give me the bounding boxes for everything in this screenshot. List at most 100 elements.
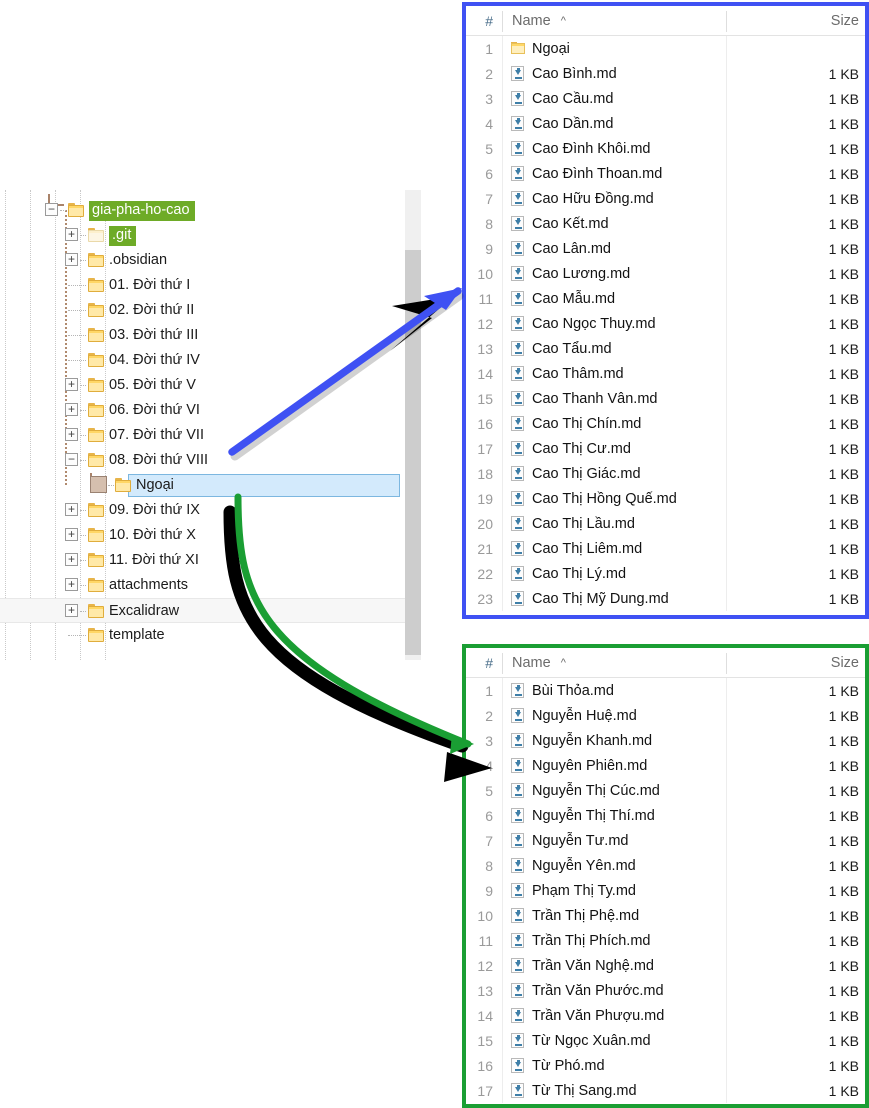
file-list-row[interactable]: 8 Nguyễn Yên.md 1 KB [466,853,865,878]
tree-item-obsidian[interactable]: + .obsidian [0,248,420,273]
tree-item-01-i-th-i[interactable]: 01. Đời thứ I [0,273,420,298]
row-index: 1 [485,40,493,57]
collapse-minus-glyph: − [67,451,75,466]
file-list-row[interactable]: 18 Cao Thị Giác.md 1 KB [466,461,865,486]
file-list-row[interactable]: 14 Cao Thâm.md 1 KB [466,361,865,386]
file-list-row[interactable]: 21 Cao Thị Liêm.md 1 KB [466,536,865,561]
tree-item-label: Ngoại [136,477,174,493]
row-separator [502,161,503,186]
tree-item-09-i-th-ix[interactable]: +09. Đời thứ IX [0,498,420,523]
file-list-row[interactable]: 17 Từ Thị Sang.md 1 KB [466,1078,865,1103]
tree-item-02-i-th-ii[interactable]: 02. Đời thứ II [0,298,420,323]
tree-item-04-i-th-iv[interactable]: 04. Đời thứ IV [0,348,420,373]
tree-expand-icon[interactable]: + [65,428,78,441]
row-separator [726,561,727,586]
file-list-row[interactable]: 13 Trần Văn Phước.md 1 KB [466,978,865,1003]
file-list-row[interactable]: 12 Cao Ngọc Thuy.md 1 KB [466,311,865,336]
tree-collapse-icon[interactable]: − [65,453,78,466]
tree-item-gia-pha-ho-cao[interactable]: − gia-pha-ho-cao [0,198,420,223]
file-list-row[interactable]: 23 Cao Thị Mỹ Dung.md 1 KB [466,586,865,611]
file-list-row[interactable]: 10 Cao Lương.md 1 KB [466,261,865,286]
tree-item-11-i-th-xi[interactable]: +11. Đời thứ XI [0,548,420,573]
tree-expand-icon[interactable]: + [65,253,78,266]
file-list-panel-green[interactable]: # Name ^ Size 1 Bùi Thỏa.md 1 KB 2 Nguyễn Hu… [462,644,869,1108]
file-list-row[interactable]: 4 Cao Dần.md 1 KB [466,111,865,136]
tree-item-05-i-th-v[interactable]: +05. Đời thứ V [0,373,420,398]
markdown-file-icon [511,91,525,107]
file-list-row[interactable]: 12 Trần Văn Nghệ.md 1 KB [466,953,865,978]
file-list-row[interactable]: 3 Nguyễn Khanh.md 1 KB [466,728,865,753]
tree-expand-icon[interactable]: + [65,553,78,566]
tree-item-10-i-th-x[interactable]: +10. Đời thứ X [0,523,420,548]
tree-item-08-i-th-viii[interactable]: − 08. Đời thứ VIII [0,448,420,473]
file-list-row[interactable]: 7 Cao Hữu Đồng.md 1 KB [466,186,865,211]
tree-expand-icon[interactable]: + [65,228,78,241]
tree-expand-icon[interactable]: + [65,528,78,541]
tree-item-template[interactable]: template [0,623,420,648]
file-list-row[interactable]: 17 Cao Thị Cư.md 1 KB [466,436,865,461]
tree-expander-blank-icon[interactable] [90,476,107,493]
tree-collapse-icon[interactable]: − [45,203,58,216]
file-list-row[interactable]: 11 Cao Mẫu.md 1 KB [466,286,865,311]
file-list-row[interactable]: 6 Cao Đình Thoan.md 1 KB [466,161,865,186]
tree-item-attachments[interactable]: + attachments [0,573,420,598]
file-list-row[interactable]: 2 Cao Bình.md 1 KB [466,61,865,86]
row-index: 11 [478,932,493,949]
tree-item-06-i-th-vi[interactable]: +06. Đời thứ VI [0,398,420,423]
file-list-row[interactable]: 6 Nguyễn Thị Thí.md 1 KB [466,803,865,828]
file-list-row[interactable]: 5 Cao Đình Khôi.md 1 KB [466,136,865,161]
file-list-row[interactable]: 9 Phạm Thị Ty.md 1 KB [466,878,865,903]
column-header-size[interactable]: Size [831,6,859,36]
column-header-size[interactable]: Size [831,648,859,678]
file-list-row[interactable]: 16 Cao Thị Chín.md 1 KB [466,411,865,436]
tree-item-git[interactable]: + .git [0,223,420,248]
tree-expand-icon[interactable]: + [65,578,78,591]
file-list-row[interactable]: 10 Trần Thị Phệ.md 1 KB [466,903,865,928]
file-list-row[interactable]: 4 Nguyên Phiên.md 1 KB [466,753,865,778]
file-list-row[interactable]: 16 Từ Phó.md 1 KB [466,1053,865,1078]
tree-expand-icon[interactable]: + [65,503,78,516]
row-index: 16 [477,415,493,432]
tree-expand-icon[interactable]: + [65,403,78,416]
file-list-row[interactable]: 19 Cao Thị Hồng Quế.md 1 KB [466,486,865,511]
file-size: 1 KB [828,140,859,157]
file-list-row[interactable]: 8 Cao Kết.md 1 KB [466,211,865,236]
row-separator [502,953,503,978]
tree-vertical-scrollbar[interactable] [405,190,421,660]
header-separator [726,653,727,674]
folder-tree-panel[interactable]: − gia-pha-ho-cao + .git + .obsidian 01. Đời th… [0,190,420,660]
tree-item-07-i-th-vii[interactable]: +07. Đời thứ VII [0,423,420,448]
file-list-panel-blue[interactable]: # Name ^ Size 1 Ngoại 2 Cao Bình.md 1 KB 3 Cao… [462,2,869,619]
file-list-row[interactable]: 15 Từ Ngọc Xuân.md 1 KB [466,1028,865,1053]
file-list-row[interactable]: 22 Cao Thị Lý.md 1 KB [466,561,865,586]
file-list-row[interactable]: 3 Cao Cầu.md 1 KB [466,86,865,111]
file-list-row[interactable]: 2 Nguyễn Huệ.md 1 KB [466,703,865,728]
tree-item-ngo-i[interactable]: Ngoại [0,473,420,498]
column-header-name[interactable]: Name ^ [512,6,566,36]
column-header-index[interactable]: # [466,648,500,678]
column-header-index[interactable]: # [466,6,500,36]
file-list-row[interactable]: 13 Cao Tẩu.md 1 KB [466,336,865,361]
tree-scrollbar-thumb[interactable] [405,250,421,655]
tree-item-label: 04. Đời thứ IV [109,352,200,368]
file-list-row[interactable]: 5 Nguyễn Thị Cúc.md 1 KB [466,778,865,803]
tree-item-list[interactable]: − gia-pha-ho-cao + .git + .obsidian 01. Đời th… [0,198,420,648]
tree-expand-icon[interactable]: + [65,378,78,391]
file-list-row[interactable]: 7 Nguyễn Tư.md 1 KB [466,828,865,853]
file-list-row[interactable]: 14 Trần Văn Phượu.md 1 KB [466,1003,865,1028]
tree-item-03-i-th-iii[interactable]: 03. Đời thứ III [0,323,420,348]
row-separator [502,1053,503,1078]
tree-item-label: 07. Đời thứ VII [109,427,204,443]
file-list-row[interactable]: 20 Cao Thị Lầu.md 1 KB [466,511,865,536]
file-list-row[interactable]: 11 Trần Thị Phích.md 1 KB [466,928,865,953]
file-list-row[interactable]: 9 Cao Lân.md 1 KB [466,236,865,261]
tree-item-excalidraw[interactable]: + Excalidraw [0,598,420,623]
column-header-name[interactable]: Name ^ [512,648,566,678]
file-list-row[interactable]: 1 Bùi Thỏa.md 1 KB [466,678,865,703]
file-list-row[interactable]: 15 Cao Thanh Vân.md 1 KB [466,386,865,411]
markdown-file-icon [511,166,525,182]
file-list-row[interactable]: 1 Ngoại [466,36,865,61]
row-separator [502,903,503,928]
row-separator [502,461,503,486]
tree-expand-icon[interactable]: + [65,604,78,617]
